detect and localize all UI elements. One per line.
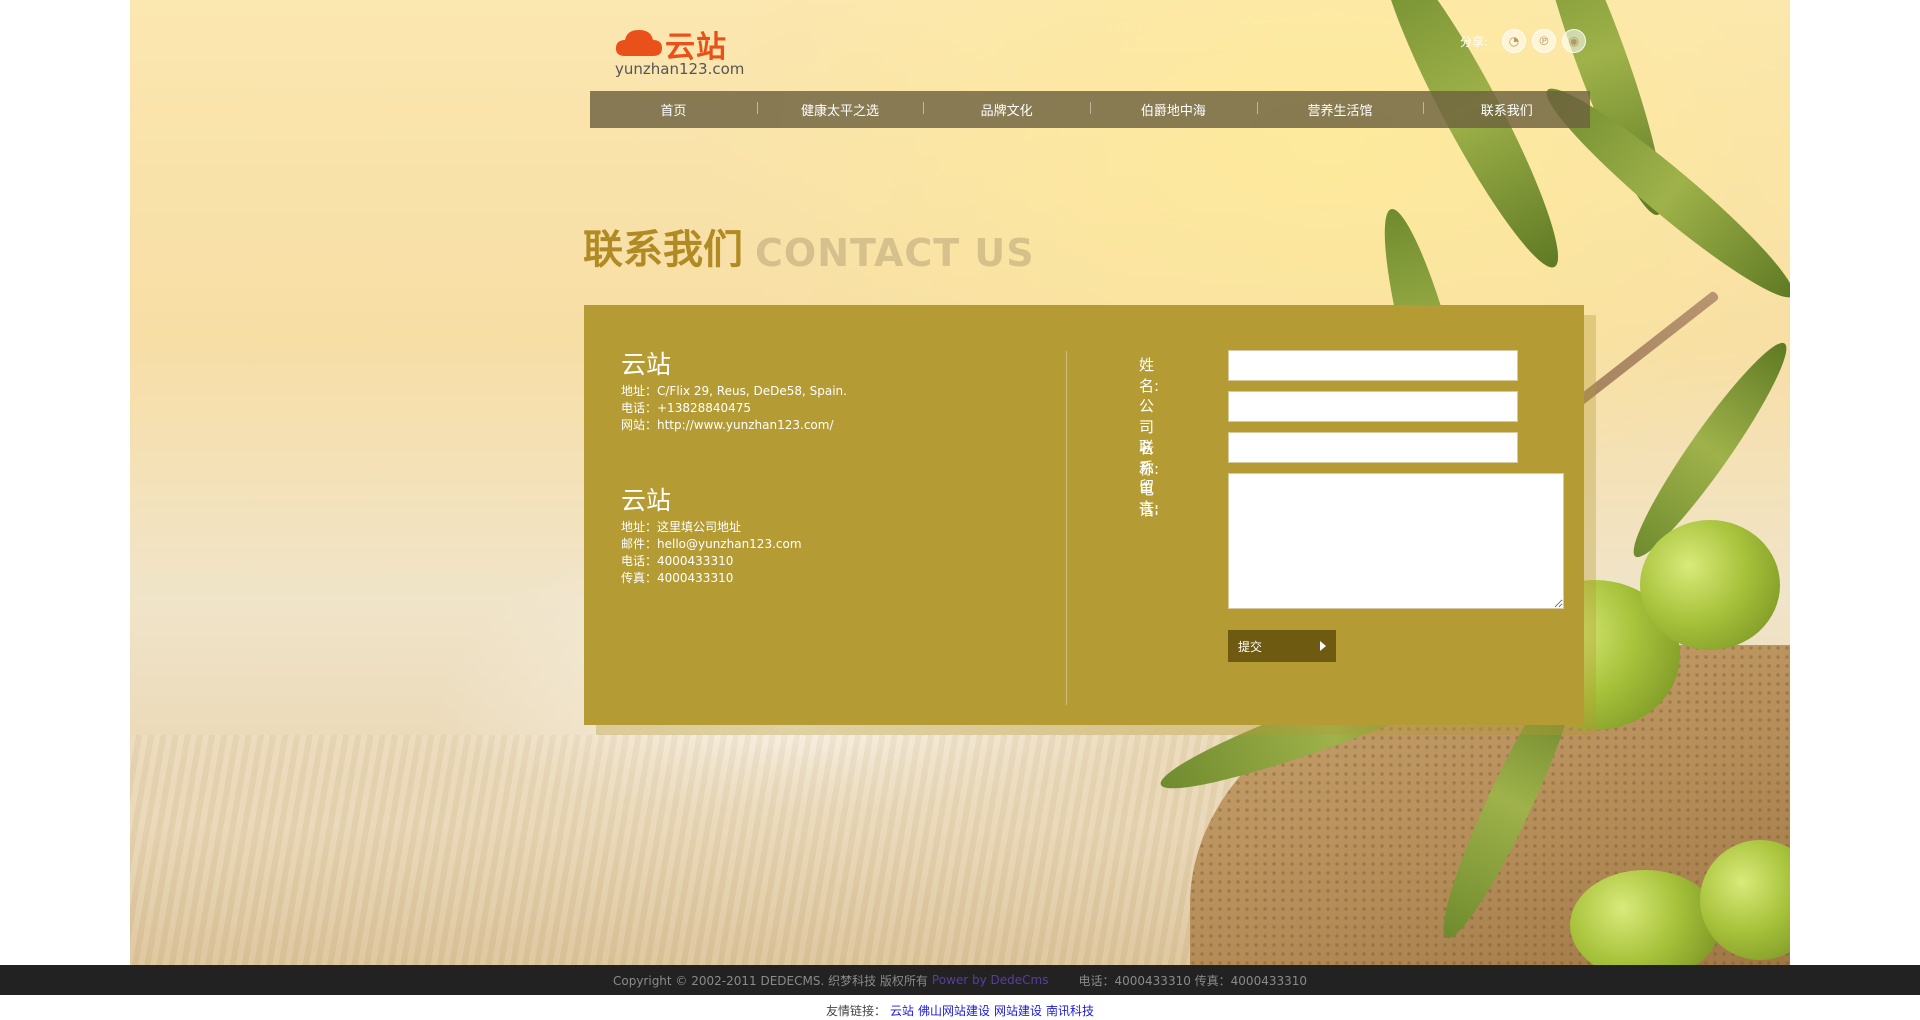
company-field[interactable]: [1228, 391, 1518, 422]
submit-button-label: 提交: [1238, 639, 1263, 654]
contact-panel: 云站 地址：C/Flix 29, Reus, DeDe58, Spain. 电话…: [584, 305, 1584, 725]
friend-link[interactable]: 佛山网站建设: [918, 1004, 990, 1018]
nav-item-health[interactable]: 健康太平之选: [756, 100, 924, 119]
contact-phone: 电话：4000433310: [621, 554, 734, 568]
nav-item-mediterranean[interactable]: 伯爵地中海: [1090, 100, 1257, 119]
nav-item-home[interactable]: 首页: [590, 100, 757, 119]
footer-contact: 电话：4000433310 传真：4000433310: [1078, 973, 1308, 988]
page-title-en: CONTACT US: [755, 231, 1035, 275]
contact-block-title: 云站: [621, 350, 672, 379]
site-logo[interactable]: 云站 yunzhan123.com: [615, 22, 745, 80]
pinterest-icon[interactable]: ℗: [1532, 29, 1557, 53]
nav-item-brand-culture[interactable]: 品牌文化: [923, 100, 1090, 119]
friend-link[interactable]: 云站: [890, 1004, 914, 1018]
panel-divider: [1066, 351, 1067, 705]
footer-copyright: Copyright © 2002-2011 DEDECMS. 织梦科技 版权所有: [612, 973, 928, 988]
name-label: 姓名:: [1139, 356, 1160, 395]
contact-fax: 传真：4000433310: [621, 571, 734, 585]
friend-link[interactable]: 南讯科技: [1046, 1004, 1094, 1018]
page-title-cn: 联系我们: [583, 227, 743, 273]
contact-address: 地址：这里填公司地址: [621, 520, 742, 534]
message-field[interactable]: [1228, 473, 1564, 609]
contact-block: 云站 地址：这里填公司地址 邮件：hello@yunzhan123.com 电话…: [621, 481, 802, 587]
page-title: 联系我们 CONTACT US: [583, 225, 1035, 275]
share-bar: 分享: ◔ ℗ ◉: [1460, 28, 1587, 54]
contact-block-title: 云站: [621, 486, 672, 515]
cloud-icon: [615, 30, 662, 56]
contact-email: 邮件：hello@yunzhan123.com: [621, 537, 802, 551]
contact-phone: 电话：+13828840475: [621, 401, 752, 415]
nav-item-contact[interactable]: 联系我们: [1423, 100, 1590, 119]
share-label: 分享:: [1460, 34, 1489, 49]
submit-button[interactable]: 提交: [1228, 630, 1336, 662]
main-nav: 首页 健康太平之选 品牌文化 伯爵地中海 营养生活馆 联系我们: [590, 91, 1590, 128]
nav-item-nutrition[interactable]: 营养生活馆: [1256, 100, 1424, 119]
contact-website: 网站：http://www.yunzhan123.com/: [621, 418, 834, 432]
friend-link[interactable]: 网站建设: [994, 1004, 1042, 1018]
name-field[interactable]: [1228, 350, 1518, 381]
logo-url-text: yunzhan123.com: [615, 60, 745, 78]
contact-block: 云站 地址：C/Flix 29, Reus, DeDe58, Spain. 电话…: [621, 345, 847, 434]
arrow-right-icon: [1320, 641, 1326, 651]
contact-address: 地址：C/Flix 29, Reus, DeDe58, Spain.: [621, 384, 847, 398]
weibo-icon[interactable]: ◉: [1562, 29, 1587, 53]
hero-background: 云站 yunzhan123.com 分享: ◔ ℗ ◉ 首页 健康太平之选 品牌…: [130, 0, 1790, 965]
footer-bar: Copyright © 2002-2011 DEDECMS. 织梦科技 版权所有…: [0, 965, 1920, 995]
footer-power-link[interactable]: Power by DedeCms: [932, 973, 1049, 987]
friend-links-label: 友情链接：: [825, 1004, 886, 1018]
olive-fruit: [1640, 520, 1780, 650]
phone-field[interactable]: [1228, 432, 1518, 463]
wechat-icon[interactable]: ◔: [1502, 29, 1527, 53]
friend-links: 友情链接： 云站 佛山网站建设 网站建设 南讯科技: [0, 1002, 1920, 1019]
message-label: 留言:: [1139, 478, 1160, 517]
